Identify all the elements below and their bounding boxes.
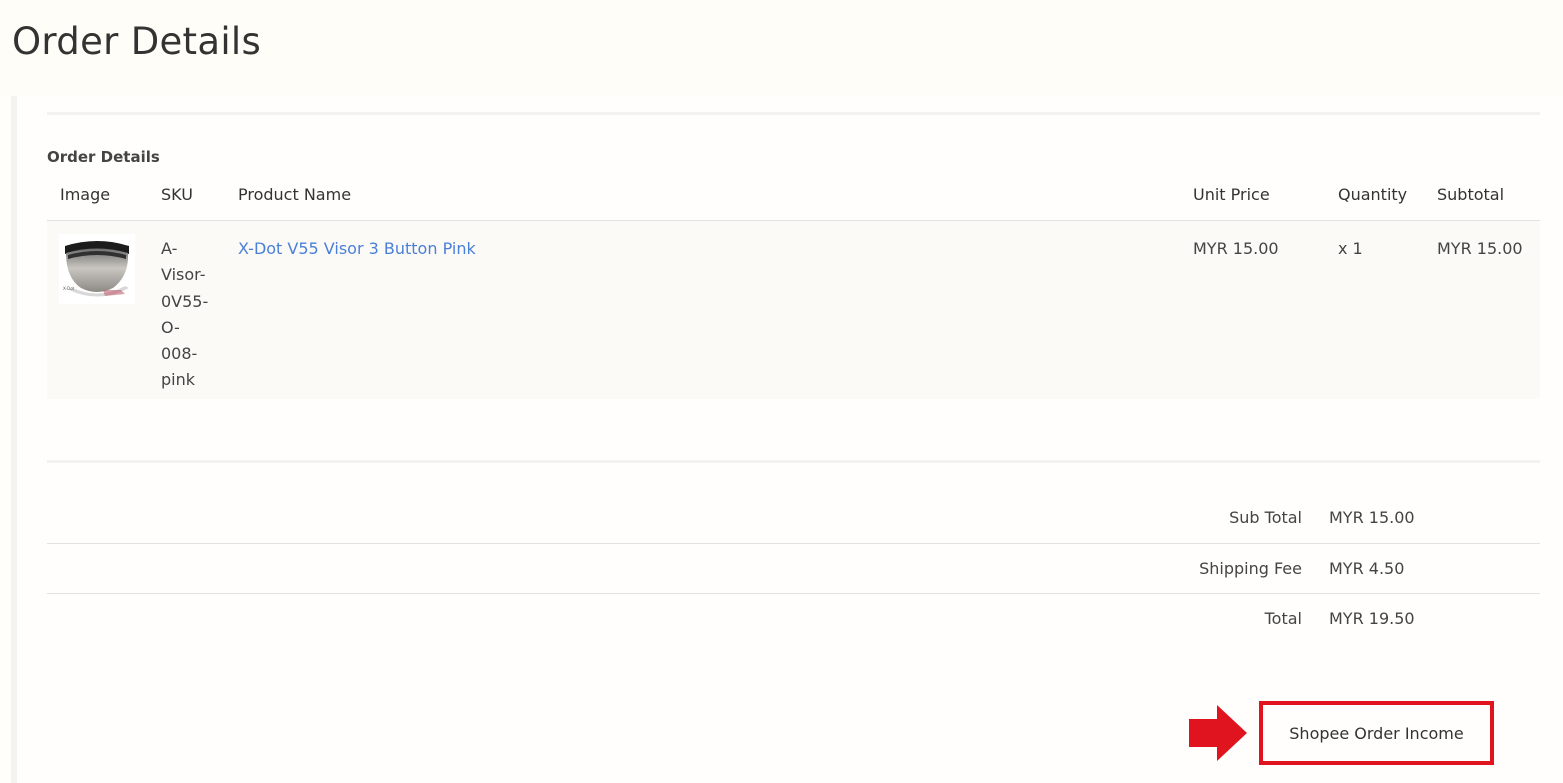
sub-total-value: MYR 15.00 <box>1329 508 1415 527</box>
column-header-product-name: Product Name <box>238 185 352 204</box>
sku-cell: A- Visor- 0V55- O- 008- pink <box>161 236 221 394</box>
sku-line: 008- <box>161 344 198 364</box>
sku-line: O- <box>161 317 180 337</box>
quantity-cell: x 1 <box>1338 239 1363 258</box>
column-header-image: Image <box>60 185 111 204</box>
sku-line: 0V55- <box>161 291 209 311</box>
page-header: Order Details <box>0 0 1563 96</box>
divider <box>47 460 1540 463</box>
svg-text:X-Dot: X-Dot <box>63 286 75 291</box>
column-header-unit-price: Unit Price <box>1193 185 1270 204</box>
page-title: Order Details <box>12 20 262 63</box>
shipping-fee-value: MYR 4.50 <box>1329 559 1405 578</box>
helmet-visor-image: X-Dot <box>59 234 135 304</box>
divider <box>47 112 1540 115</box>
sku-line: pink <box>161 370 196 390</box>
section-title: Order Details <box>47 148 160 166</box>
column-header-sku: SKU <box>161 185 193 204</box>
total-label: Total <box>1264 609 1302 628</box>
totals-divider <box>47 543 1540 544</box>
product-name-link[interactable]: X-Dot V55 Visor 3 Button Pink <box>238 236 476 262</box>
unit-price-cell: MYR 15.00 <box>1193 239 1279 258</box>
subtotal-cell: MYR 15.00 <box>1437 239 1523 258</box>
sku-line: Visor- <box>161 265 206 285</box>
total-value: MYR 19.50 <box>1329 609 1415 628</box>
column-header-subtotal: Subtotal <box>1437 185 1505 204</box>
column-header-quantity: Quantity <box>1338 185 1408 204</box>
totals-divider <box>47 593 1540 594</box>
shopee-order-income-button[interactable]: Shopee Order Income <box>1259 701 1494 765</box>
right-arrow-icon <box>1189 705 1247 761</box>
sub-total-label: Sub Total <box>1229 508 1302 527</box>
sku-line: A- <box>161 239 178 258</box>
shipping-fee-label: Shipping Fee <box>1199 559 1302 578</box>
